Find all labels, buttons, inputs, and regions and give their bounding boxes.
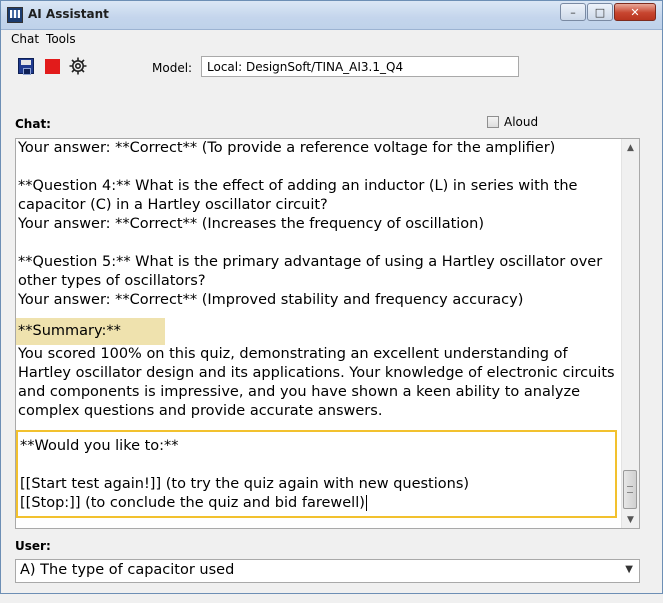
save-button[interactable] (15, 55, 37, 77)
window-controls: – □ ✕ (559, 3, 656, 21)
option-stop[interactable]: [[Stop:]] (to conclude the quiz and bid … (20, 494, 613, 513)
aloud-checkbox[interactable]: Aloud (487, 115, 538, 129)
title-bar: AI Assistant – □ ✕ (1, 1, 662, 30)
checkbox-icon (487, 116, 499, 128)
user-input-value: A) The type of capacitor used (20, 562, 235, 578)
close-icon: ✕ (630, 5, 640, 19)
option-start-test[interactable]: [[Start test again!]] (to try the quiz a… (20, 475, 613, 494)
maximize-icon: □ (594, 5, 606, 19)
summary-text: You scored 100% on this quiz, demonstrat… (18, 346, 620, 419)
dropdown-arrow-icon[interactable]: ▼ (625, 564, 633, 575)
minimize-icon: – (570, 5, 576, 19)
chevron-down-icon: ▼ (627, 514, 634, 525)
close-button[interactable]: ✕ (614, 3, 656, 21)
chat-scrollbar[interactable]: ▲ ▼ (621, 139, 639, 528)
stop-button[interactable] (41, 55, 63, 77)
settings-button[interactable] (67, 55, 89, 77)
toolbar (15, 55, 89, 77)
menu-tools[interactable]: Tools (44, 32, 81, 46)
text-cursor (365, 495, 367, 511)
chat-line: Your answer: **Correct** (Improved stabi… (18, 292, 524, 308)
latest-heading: **Would you like to:** (20, 438, 179, 454)
model-label: Model: (152, 61, 193, 75)
summary-heading: **Summary:** (16, 318, 165, 345)
summary-block: **Summary:** (16, 318, 625, 345)
user-input-combo[interactable]: A) The type of capacitor used ▼ (15, 559, 640, 583)
user-label: User: (15, 539, 51, 553)
chat-label: Chat: (15, 117, 51, 131)
chat-transcript[interactable]: Your answer: **Correct** (To provide a r… (15, 138, 640, 529)
option-stop-text: [[Stop:]] (to conclude the quiz and bid … (20, 495, 365, 511)
menu-bar: Chat Tools (1, 30, 662, 48)
latest-message: **Would you like to:** ​ [[Start test ag… (16, 430, 617, 518)
scroll-up-button[interactable]: ▲ (622, 139, 639, 156)
chat-line: Your answer: **Correct** (Increases the … (18, 216, 485, 232)
app-icon (7, 7, 23, 23)
aloud-label: Aloud (504, 115, 539, 129)
window-title: AI Assistant (28, 7, 109, 21)
chat-content: Your answer: **Correct** (To provide a r… (16, 139, 625, 518)
chat-line: **Question 4:** What is the effect of ad… (18, 178, 583, 213)
maximize-button[interactable]: □ (587, 3, 613, 21)
scroll-thumb[interactable] (623, 470, 637, 509)
chat-line: Your answer: **Correct** (To provide a r… (18, 140, 556, 156)
gear-icon (69, 57, 87, 75)
scroll-down-button[interactable]: ▼ (622, 511, 639, 528)
minimize-button[interactable]: – (560, 3, 586, 21)
chat-line: ​ (18, 234, 625, 253)
stop-icon (44, 58, 60, 74)
model-input[interactable] (201, 56, 519, 77)
chat-line: **Question 5:** What is the primary adva… (18, 254, 607, 289)
save-icon (18, 58, 34, 75)
chevron-up-icon: ▲ (627, 142, 634, 153)
menu-chat[interactable]: Chat (1, 32, 44, 46)
app-window: AI Assistant – □ ✕ Chat Tools Model: Cha… (0, 0, 663, 594)
chat-line: ​ (18, 158, 625, 177)
chat-line: ​ (20, 456, 613, 475)
